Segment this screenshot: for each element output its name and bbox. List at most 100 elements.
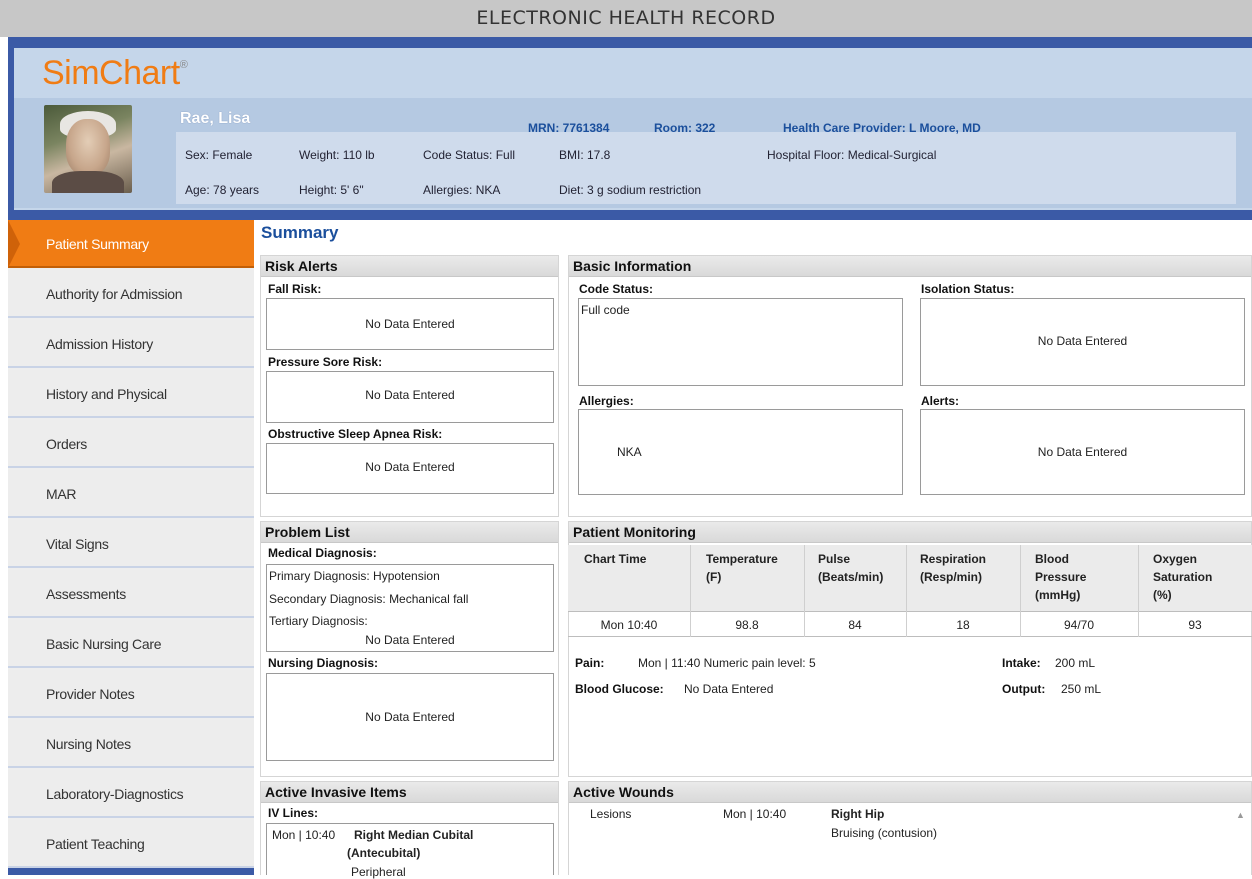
scroll-up-icon[interactable]: ▲ bbox=[1236, 810, 1245, 820]
sidebar-item-orders[interactable]: Orders bbox=[8, 420, 254, 468]
cell-pulse: 84 bbox=[848, 618, 862, 632]
wound-time: Mon | 10:40 bbox=[723, 807, 787, 821]
monitoring-table-header bbox=[568, 545, 1252, 611]
pressure-sore-risk-value: No Data Entered bbox=[365, 388, 455, 402]
sidebar-item-label: History and Physical bbox=[46, 386, 167, 402]
osa-risk-label: Obstructive Sleep Apnea Risk: bbox=[268, 427, 443, 441]
fall-risk-value: No Data Entered bbox=[365, 317, 455, 331]
pain-value: Mon | 11:40 Numeric pain level: 5 bbox=[638, 656, 816, 670]
osa-risk-box: No Data Entered bbox=[266, 443, 554, 494]
code-status-value: Full code bbox=[581, 303, 630, 317]
iv-lines-box: Mon | 10:40 Right Median Cubital (Antecu… bbox=[266, 823, 554, 879]
sidebar-item-assessments[interactable]: Assessments bbox=[8, 570, 254, 618]
col-pulse: Pulse (Beats/min) bbox=[818, 552, 884, 584]
wound-location: Right Hip bbox=[831, 807, 885, 821]
basic-information-heading: Basic Information bbox=[569, 256, 1251, 277]
patient-name: Rae, Lisa bbox=[180, 110, 251, 127]
pressure-sore-risk-box: No Data Entered bbox=[266, 371, 554, 423]
isolation-status-box: No Data Entered bbox=[920, 298, 1245, 386]
allergies-box: NKA bbox=[578, 409, 903, 495]
patient-bmi: BMI: 17.8 bbox=[559, 148, 611, 162]
patient-sex: Sex: Female bbox=[185, 148, 253, 162]
primary-diagnosis: Primary Diagnosis: Hypotension bbox=[269, 569, 440, 583]
intake-label: Intake: bbox=[1002, 656, 1041, 670]
medical-diagnosis-box: Primary Diagnosis: Hypotension Secondary… bbox=[266, 564, 554, 652]
sidebar-item-vital-signs[interactable]: Vital Signs bbox=[8, 520, 254, 568]
logo-registered-mark: ® bbox=[179, 58, 188, 71]
wound-description: Bruising (contusion) bbox=[831, 826, 938, 840]
sidebar-item-authority-for-admission[interactable]: Authority for Admission bbox=[8, 270, 254, 318]
nursing-diagnosis-value: No Data Entered bbox=[365, 710, 455, 724]
cell-chart-time: Mon 10:40 bbox=[600, 618, 658, 632]
sidebar-item-label: MAR bbox=[46, 486, 77, 502]
col-oxygen-saturation: Oxygen Saturation (%) bbox=[1153, 552, 1213, 602]
nursing-diagnosis-box: No Data Entered bbox=[266, 673, 554, 761]
iv-line-type: Peripheral bbox=[351, 865, 406, 879]
patient-weight: Weight: 110 lb bbox=[299, 148, 375, 162]
sidebar-item-label: Nursing Notes bbox=[46, 736, 131, 752]
sidebar-item-label: Authority for Admission bbox=[46, 286, 183, 302]
col-chart-time: Chart Time bbox=[584, 552, 647, 566]
sidebar-item-patient-summary[interactable]: Patient Summary bbox=[8, 220, 254, 268]
blood-glucose-value: No Data Entered bbox=[684, 682, 774, 696]
sidebar-item-admission-history[interactable]: Admission History bbox=[8, 320, 254, 368]
patient-allergies: Allergies: NKA bbox=[423, 183, 501, 197]
alerts-label: Alerts: bbox=[921, 394, 960, 408]
active-invasive-items-heading: Active Invasive Items bbox=[261, 782, 558, 803]
window-title: ELECTRONIC HEALTH RECORD bbox=[0, 0, 1252, 37]
patient-monitoring-heading: Patient Monitoring bbox=[569, 522, 1251, 543]
sidebar-item-basic-nursing-care[interactable]: Basic Nursing Care bbox=[8, 620, 254, 668]
alerts-value: No Data Entered bbox=[1037, 445, 1128, 459]
cell-oxygen-saturation: 93 bbox=[1188, 618, 1202, 632]
active-arrow-icon bbox=[8, 220, 20, 268]
patient-provider: Health Care Provider: L Moore, MD bbox=[783, 121, 981, 135]
iv-line-site-detail: (Antecubital) bbox=[347, 846, 421, 860]
active-wounds-heading: Active Wounds bbox=[569, 782, 1251, 803]
col-blood-pressure: Blood Pressure (mmHg) bbox=[1035, 552, 1087, 602]
tertiary-diagnosis: Tertiary Diagnosis: bbox=[269, 614, 368, 628]
patient-height: Height: 5' 6" bbox=[299, 183, 364, 197]
simchart-logo: SimChart® bbox=[42, 54, 188, 93]
sidebar-item-label: Admission History bbox=[46, 336, 153, 352]
alerts-box: No Data Entered bbox=[920, 409, 1245, 495]
output-value: 250 mL bbox=[1061, 682, 1102, 696]
patient-age: Age: 78 years bbox=[185, 183, 260, 197]
sidebar-item-nursing-notes[interactable]: Nursing Notes bbox=[8, 720, 254, 768]
page-title: Summary bbox=[261, 223, 339, 242]
sidebar-item-label: Laboratory-Diagnostics bbox=[46, 786, 184, 802]
iv-line-site: Right Median Cubital bbox=[354, 828, 474, 842]
pain-label: Pain: bbox=[575, 656, 605, 670]
patient-photo bbox=[44, 105, 132, 193]
blood-glucose-label: Blood Glucose: bbox=[575, 682, 664, 696]
allergies-label: Allergies: bbox=[579, 394, 634, 408]
patient-floor: Hospital Floor: Medical-Surgical bbox=[767, 148, 937, 162]
iv-lines-label: IV Lines: bbox=[268, 806, 319, 820]
fall-risk-box: No Data Entered bbox=[266, 298, 554, 350]
logo-text: SimChart bbox=[42, 54, 180, 92]
pressure-sore-risk-label: Pressure Sore Risk: bbox=[268, 355, 383, 369]
sidebar-item-laboratory-diagnostics[interactable]: Laboratory-Diagnostics bbox=[8, 770, 254, 818]
patient-room: Room: 322 bbox=[654, 121, 716, 135]
sidebar-item-patient-teaching[interactable]: Patient Teaching bbox=[8, 820, 254, 868]
sidebar-item-label: Assessments bbox=[46, 586, 126, 602]
risk-alerts-heading: Risk Alerts bbox=[261, 256, 558, 277]
sidebar-item-provider-notes[interactable]: Provider Notes bbox=[8, 670, 254, 718]
code-status-label: Code Status: bbox=[579, 282, 654, 296]
cell-blood-pressure: 94/70 bbox=[1063, 618, 1095, 632]
nursing-diagnosis-label: Nursing Diagnosis: bbox=[268, 656, 379, 670]
wound-type: Lesions bbox=[590, 807, 632, 821]
cell-temperature: 98.8 bbox=[735, 618, 759, 632]
allergies-value: NKA bbox=[617, 445, 642, 459]
sidebar-item-label: Vital Signs bbox=[46, 536, 109, 552]
sidebar-item-mar[interactable]: MAR bbox=[8, 470, 254, 518]
col-respiration: Respiration (Resp/min) bbox=[920, 552, 987, 584]
iv-line-time: Mon | 10:40 bbox=[272, 828, 336, 842]
sidebar-item-history-and-physical[interactable]: History and Physical bbox=[8, 370, 254, 418]
output-label: Output: bbox=[1002, 682, 1046, 696]
sidebar-item-label: Provider Notes bbox=[46, 686, 135, 702]
col-temperature: Temperature (F) bbox=[706, 552, 778, 584]
intake-value: 200 mL bbox=[1055, 656, 1096, 670]
secondary-diagnosis: Secondary Diagnosis: Mechanical fall bbox=[269, 592, 469, 606]
patient-code-status: Code Status: Full bbox=[423, 148, 516, 162]
cell-respiration: 18 bbox=[956, 618, 970, 632]
